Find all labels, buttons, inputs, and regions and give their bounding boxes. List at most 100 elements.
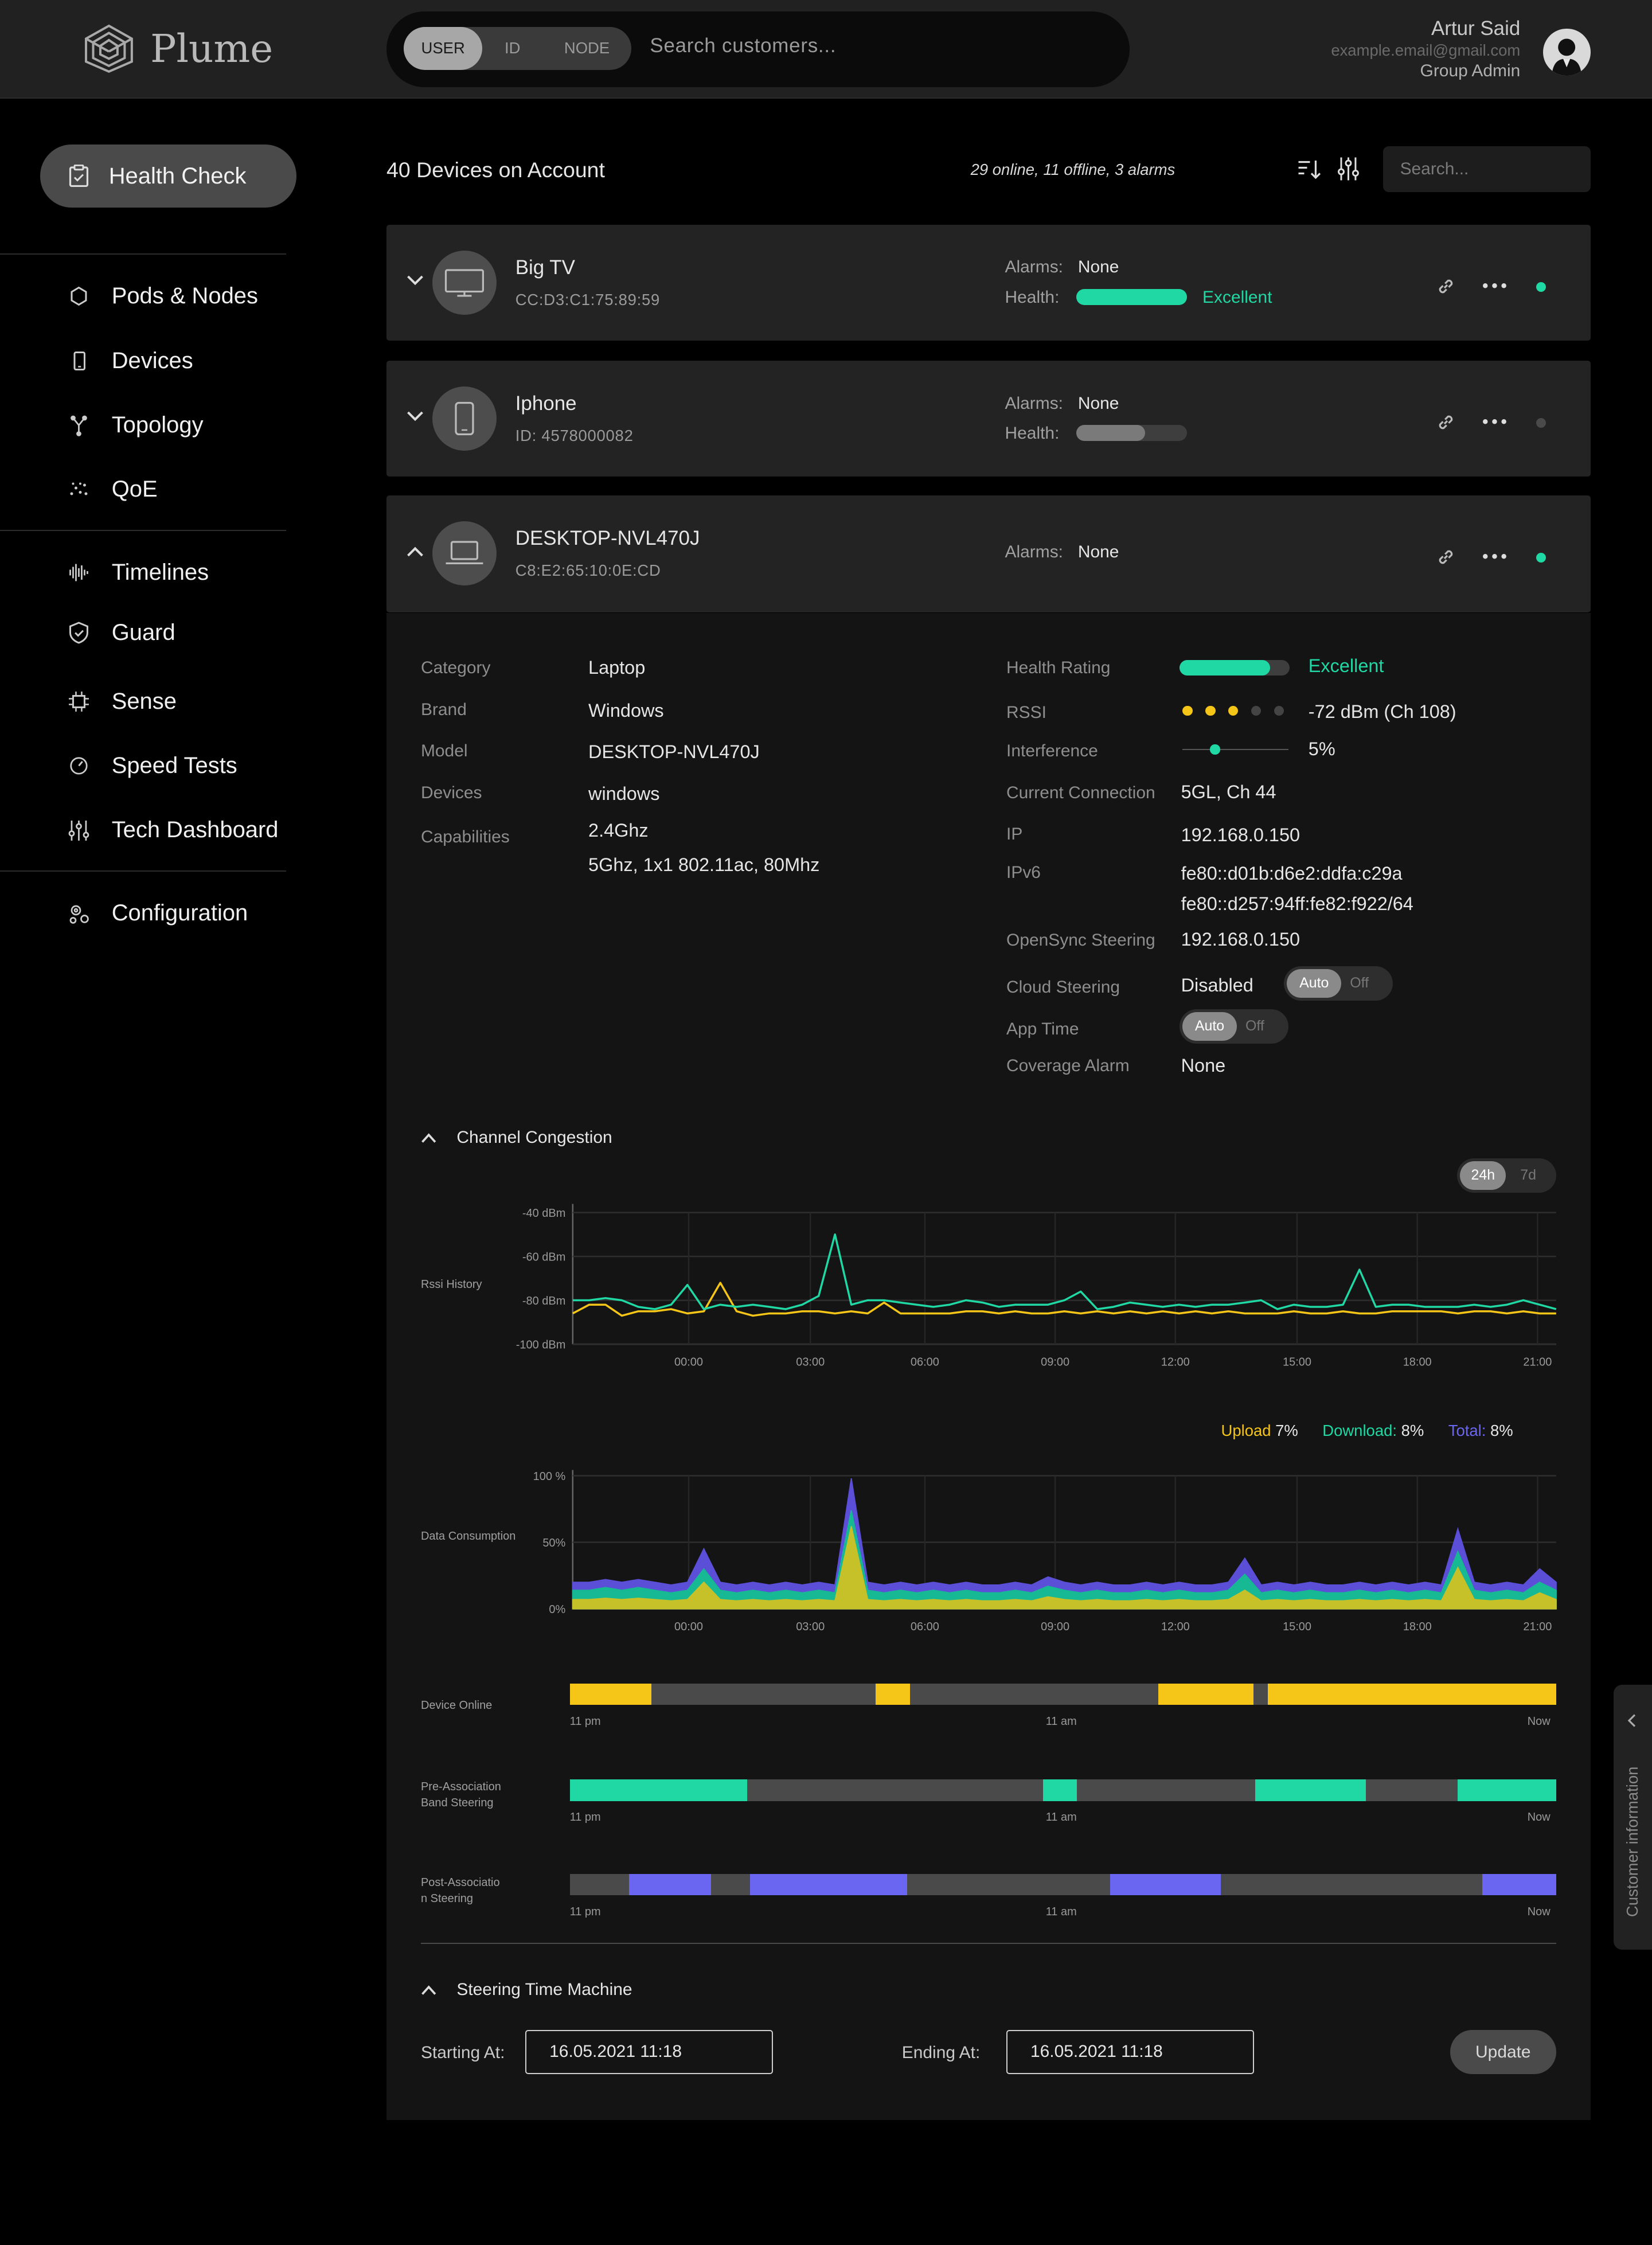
timeline-segment: [569, 1683, 652, 1705]
device-card-header[interactable]: DESKTOP-NVL470J C8:E2:65:10:0E:CD Alarms…: [386, 495, 1591, 611]
more-icon[interactable]: [1482, 282, 1508, 289]
toggle-auto[interactable]: Auto: [1182, 1012, 1237, 1041]
timeline-label: Post-Association Steering: [420, 1876, 500, 1906]
start-date-input[interactable]: 16.05.2021 11:18: [525, 2030, 774, 2075]
timeline-tick-label: 11 am: [1045, 1905, 1077, 1918]
search-input[interactable]: Search customers...: [650, 34, 836, 57]
logo[interactable]: Plume: [80, 23, 273, 75]
sidebar-item-label: Speed Tests: [111, 753, 237, 779]
timeline-segment: [1255, 1779, 1366, 1801]
rssi-label: RSSI: [1006, 702, 1046, 722]
link-icon[interactable]: [1436, 547, 1456, 567]
capabilities-value-2: 5Ghz, 1x1 802.11ac, 80Mhz: [588, 854, 820, 876]
sidebar-item-sense[interactable]: Sense: [66, 686, 177, 717]
alarms-value: None: [1077, 542, 1119, 562]
device-search-input[interactable]: Search...: [1382, 146, 1591, 192]
brand-value: Windows: [588, 700, 664, 721]
legend-download-value: 8%: [1401, 1422, 1424, 1440]
x-tick-label: 21:00: [1523, 1356, 1552, 1369]
sidebar-item-qoe[interactable]: QoE: [66, 474, 158, 505]
topology-icon: [70, 415, 87, 436]
range-7d[interactable]: 7d: [1520, 1158, 1536, 1193]
x-tick-label: 09:00: [1041, 1621, 1069, 1634]
device-count: 40 Devices on Account: [386, 157, 605, 182]
device-name: Iphone: [515, 392, 577, 415]
range-24h[interactable]: 24h: [1460, 1161, 1506, 1190]
more-icon[interactable]: [1482, 553, 1508, 560]
device-name: DESKTOP-NVL470J: [515, 526, 700, 549]
online-status-dot: [1536, 552, 1546, 563]
ip-value: 192.168.0.150: [1181, 824, 1300, 845]
filter-icon[interactable]: [1335, 156, 1361, 182]
current-connection-label: Current Connection: [1006, 783, 1155, 802]
sidebar-item-label: Timelines: [111, 560, 209, 585]
rssi-chart-label: Rssi History: [420, 1278, 482, 1291]
interference-value: 5%: [1308, 739, 1335, 760]
toggle-auto[interactable]: Auto: [1287, 969, 1342, 998]
capabilities-value: 2.4Ghz: [588, 820, 649, 841]
search-mode-user[interactable]: USER: [404, 27, 483, 71]
interference-indicator: [1210, 744, 1220, 755]
device-card-header[interactable]: Iphone ID: 4578000082 Alarms: None Healt…: [386, 361, 1591, 477]
device-card: Big TV CC:D3:C1:75:89:59 Alarms: None He…: [386, 224, 1591, 341]
sidebar-item-configuration[interactable]: Configuration: [66, 897, 248, 929]
sidebar-item-timelines[interactable]: Timelines: [66, 557, 209, 588]
y-tick-label: -40 dBm: [522, 1207, 565, 1220]
sidebar-item-label: Configuration: [111, 900, 248, 926]
timeline-tick-label: Now: [1527, 1715, 1551, 1728]
sidebar-item-tech-dashboard[interactable]: Tech Dashboard: [66, 815, 279, 846]
coverage-alarm-label: Coverage Alarm: [1006, 1056, 1130, 1076]
user-info[interactable]: Artur Said example.email@gmail.com Group…: [1331, 17, 1520, 81]
sidebar-item-guard[interactable]: Guard: [66, 617, 175, 649]
chevron-up-icon[interactable]: [407, 544, 424, 559]
x-tick-label: 21:00: [1523, 1621, 1552, 1634]
link-icon[interactable]: [1436, 276, 1456, 296]
legend-total-name: Total:: [1448, 1422, 1486, 1440]
x-tick-label: 03:00: [796, 1621, 825, 1634]
laptop-icon: [446, 541, 483, 564]
toggle-off[interactable]: Off: [1350, 966, 1369, 1001]
chevron-down-icon[interactable]: [407, 274, 424, 288]
sidebar-item-label: Pods & Nodes: [111, 283, 258, 309]
tv-icon: [445, 268, 485, 297]
sidebar-item-pods-nodes[interactable]: Pods & Nodes: [66, 280, 258, 312]
end-date-input[interactable]: 16.05.2021 11:18: [1006, 2030, 1254, 2075]
device-card: DESKTOP-NVL470J C8:E2:65:10:0E:CD Alarms…: [386, 495, 1591, 613]
avatar[interactable]: [1543, 28, 1591, 76]
device-id: ID: 4578000082: [515, 426, 634, 444]
sidebar-item-devices[interactable]: Devices: [66, 345, 193, 377]
legend-upload-value: 7%: [1275, 1422, 1298, 1440]
chevron-left-icon: [1627, 1714, 1636, 1727]
device-avatar: [432, 250, 497, 315]
app-time-toggle[interactable]: Auto Off: [1180, 1009, 1288, 1044]
alarms-value: None: [1077, 393, 1119, 413]
sidebar-item-speed-tests[interactable]: Speed Tests: [66, 750, 237, 782]
device-card-header[interactable]: Big TV CC:D3:C1:75:89:59 Alarms: None He…: [386, 225, 1591, 341]
search-mode-id[interactable]: ID: [487, 27, 538, 70]
cloud-steering-toggle[interactable]: Auto Off: [1284, 966, 1393, 1001]
chevron-down-icon[interactable]: [407, 409, 424, 424]
update-button[interactable]: Update: [1450, 2030, 1556, 2075]
time-machine-toggle[interactable]: Steering Time Machine: [421, 1980, 632, 2000]
customer-info-tab[interactable]: Customer information: [1613, 1685, 1652, 1950]
ipv6-label: IPv6: [1006, 863, 1041, 883]
devices-label: Devices: [420, 783, 482, 802]
x-tick-label: 18:00: [1403, 1356, 1431, 1369]
legend-download-name: Download:: [1322, 1422, 1397, 1440]
channel-congestion-toggle[interactable]: Channel Congestion: [421, 1128, 612, 1147]
search-mode-node[interactable]: NODE: [547, 27, 627, 70]
legend-total-value: 8%: [1490, 1422, 1513, 1440]
link-icon[interactable]: [1436, 412, 1456, 432]
time-machine-title: Steering Time Machine: [456, 1979, 632, 1999]
sidebar-item-topology[interactable]: Topology: [66, 409, 204, 441]
sidebar-item-label: Sense: [111, 688, 177, 714]
more-icon[interactable]: [1482, 418, 1508, 425]
current-connection-value: 5GL, Ch 44: [1181, 782, 1276, 803]
health-check-button[interactable]: Health Check: [40, 145, 296, 208]
sort-icon[interactable]: [1297, 158, 1323, 181]
chevron-up-icon: [421, 1985, 436, 1995]
brand-name: Plume: [150, 26, 274, 72]
hexagon-icon: [71, 287, 87, 306]
opensync-label: OpenSync Steering: [1006, 930, 1155, 950]
toggle-off[interactable]: Off: [1245, 1009, 1264, 1044]
